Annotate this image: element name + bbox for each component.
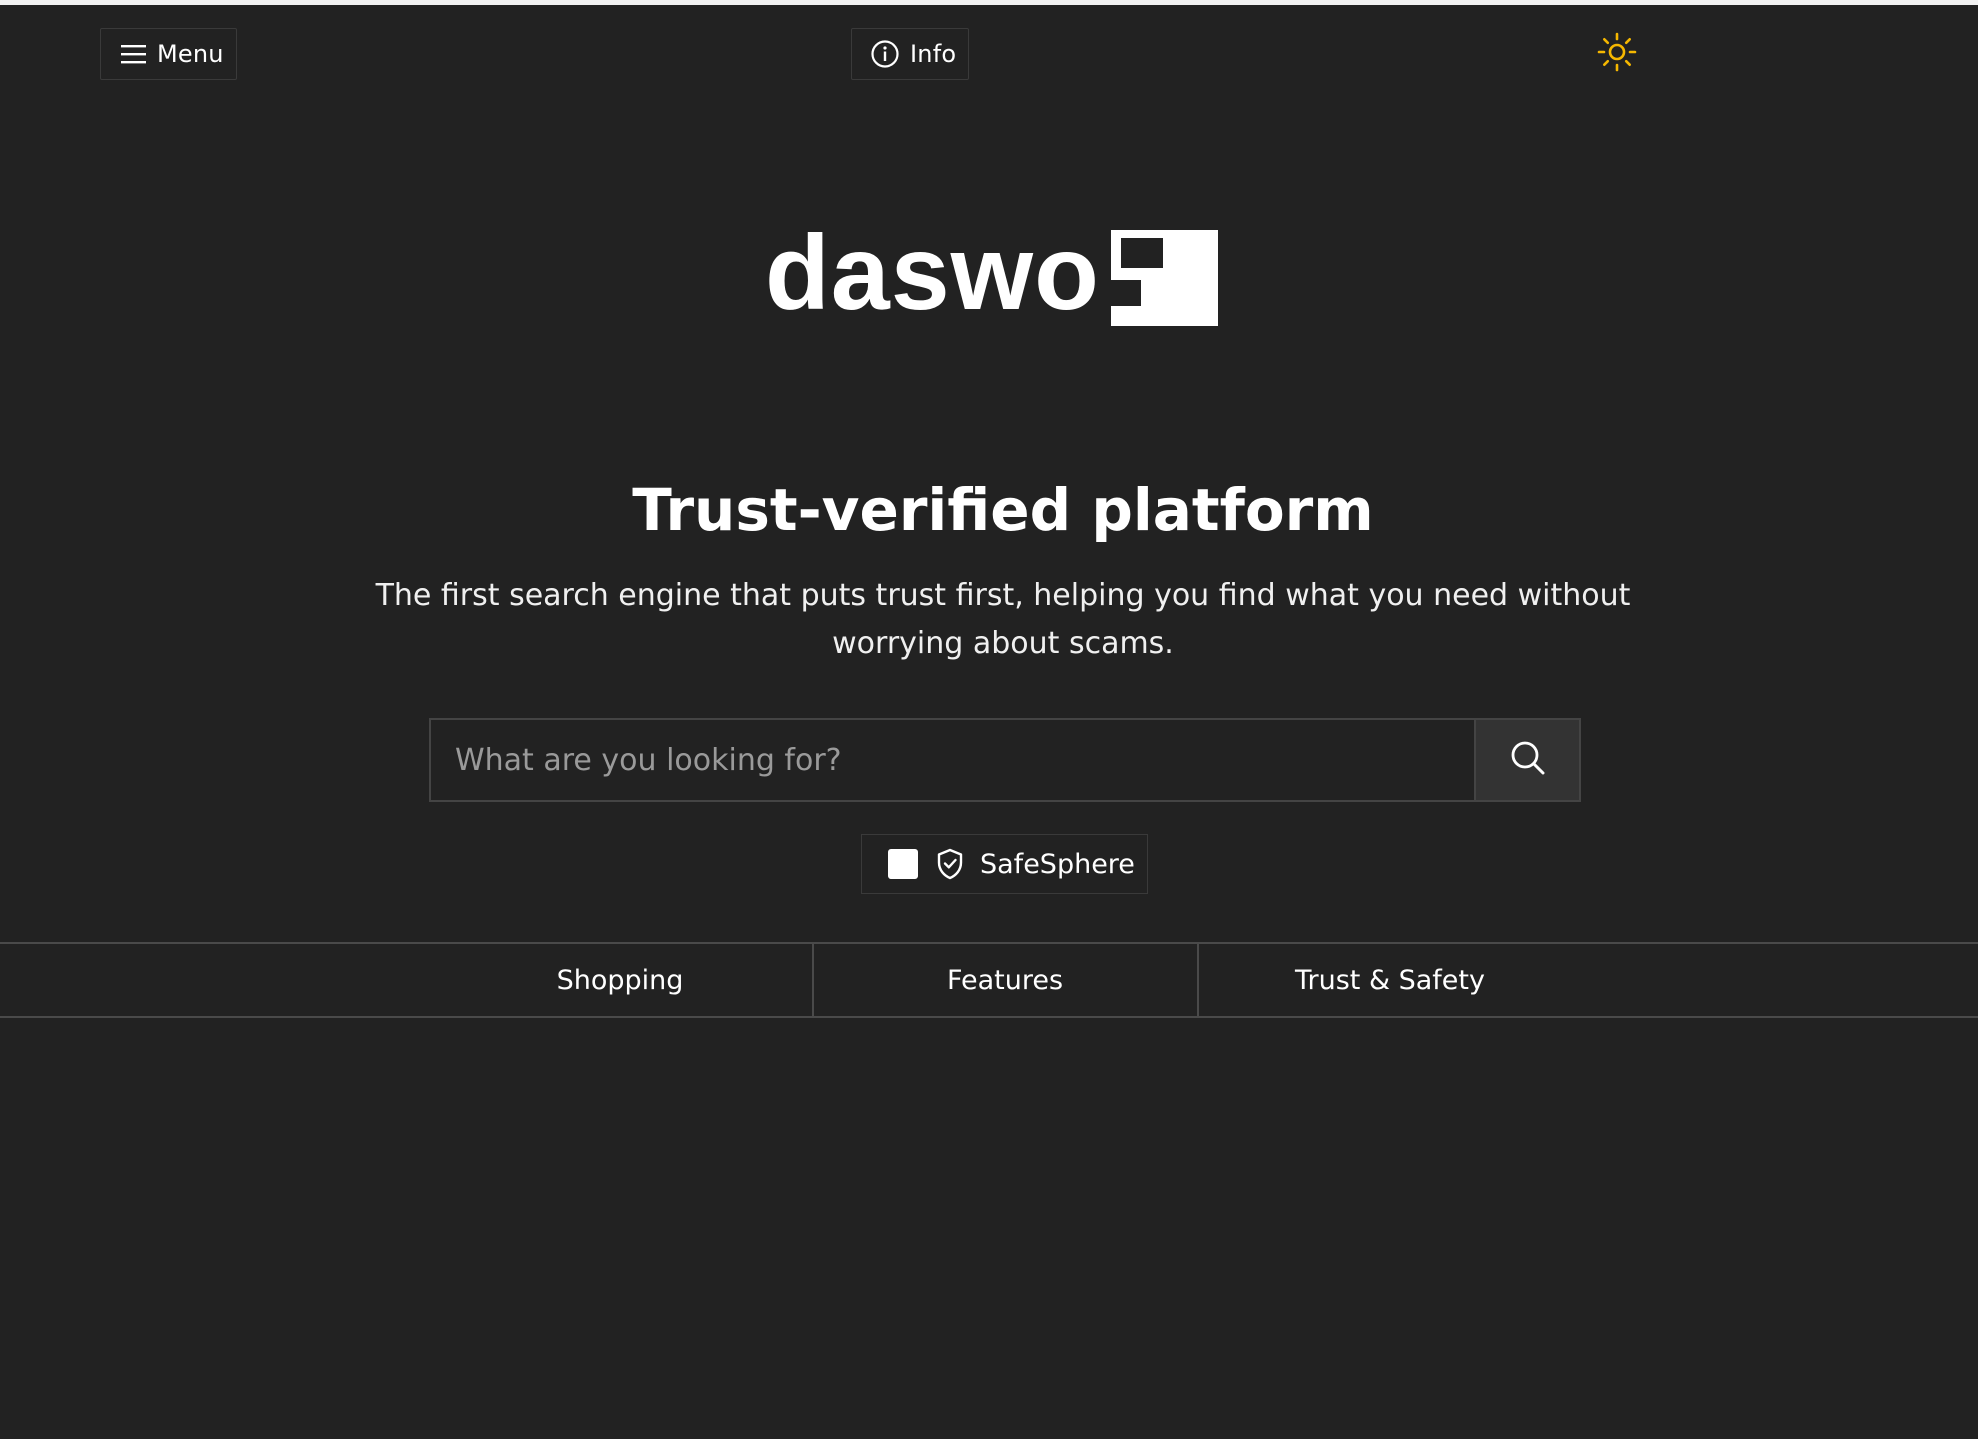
browser-top-strip [0, 0, 1978, 5]
safesphere-toggle[interactable]: SafeSphere [861, 834, 1148, 894]
search-input[interactable] [429, 718, 1474, 802]
logo-text: daswo [765, 218, 1100, 328]
shield-check-icon [936, 848, 964, 880]
tab-shopping[interactable]: Shopping [429, 944, 811, 1016]
page: Menu Info daswo Trust-verified platform … [0, 0, 1978, 1439]
search-icon [1509, 739, 1547, 781]
menu-button[interactable]: Menu [100, 28, 237, 80]
sun-icon [1597, 32, 1637, 76]
category-tabs: Shopping Features Trust & Safety [0, 942, 1978, 1018]
tab-features[interactable]: Features [812, 944, 1196, 1016]
hero-title: Trust-verified platform [632, 476, 1374, 544]
menu-label: Menu [157, 40, 224, 68]
logo[interactable]: daswo [765, 218, 1225, 328]
safesphere-checkbox[interactable] [888, 849, 918, 879]
hero-subtitle: The first search engine that puts trust … [375, 578, 1631, 661]
info-circle-icon [870, 39, 900, 69]
search-button[interactable] [1474, 718, 1581, 802]
safesphere-label: SafeSphere [980, 848, 1135, 880]
logo-mark-icon [1111, 230, 1218, 326]
search-bar [429, 718, 1581, 802]
tab-trust-safety[interactable]: Trust & Safety [1197, 944, 1581, 1016]
info-label: Info [910, 40, 957, 68]
info-button[interactable]: Info [851, 28, 969, 80]
theme-toggle-button[interactable] [1594, 32, 1640, 76]
hamburger-icon [121, 43, 147, 65]
